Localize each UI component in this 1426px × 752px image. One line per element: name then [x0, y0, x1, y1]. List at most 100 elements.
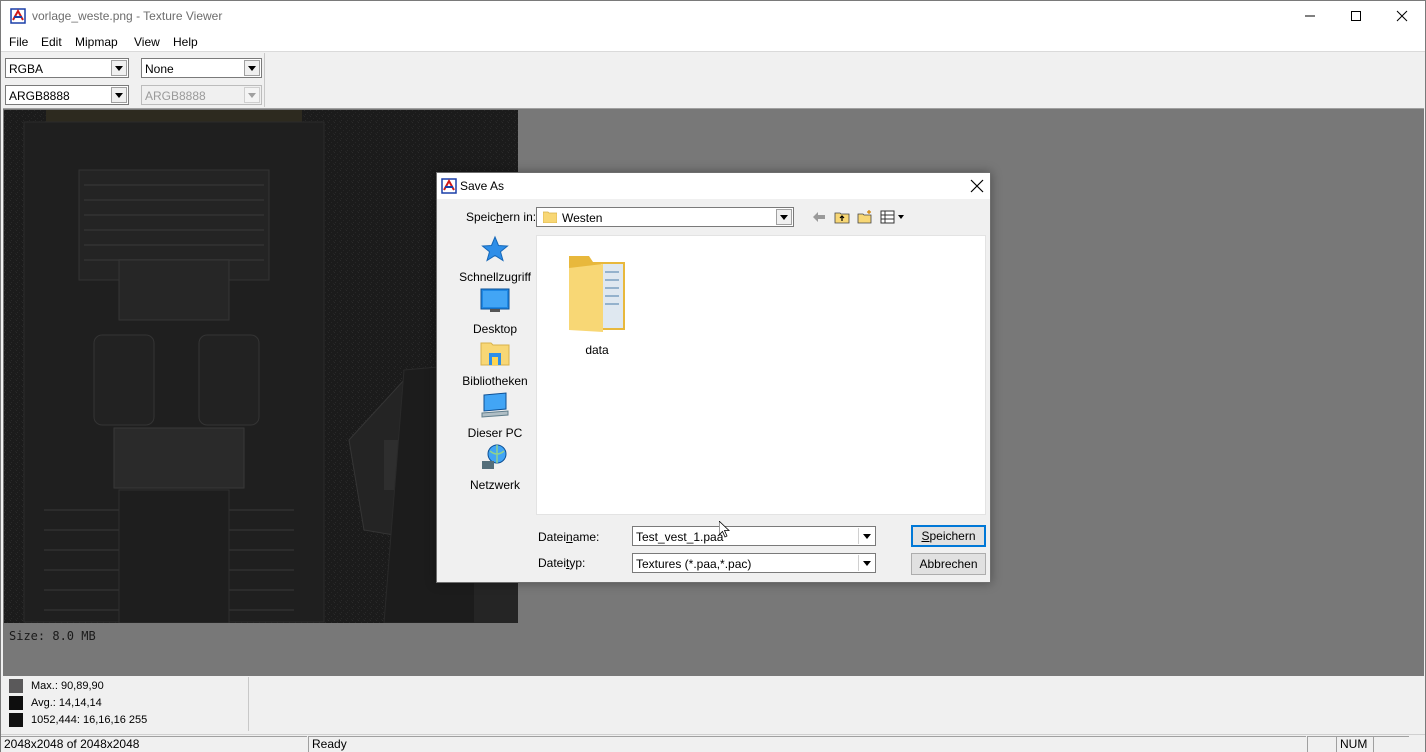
maximize-button[interactable]	[1333, 1, 1379, 31]
menu-help[interactable]: Help	[173, 35, 198, 49]
chevron-down-icon[interactable]	[244, 60, 260, 76]
filetype-label-post: yp:	[569, 556, 586, 570]
filter-select-value: None	[145, 62, 174, 76]
close-button[interactable]	[1379, 1, 1425, 31]
chevron-down-icon	[244, 87, 260, 103]
filename-label-post: ame:	[572, 530, 600, 544]
window-title: vorlage_weste.png - Texture Viewer	[32, 9, 223, 23]
dialog-title-bar: Save As	[437, 173, 990, 199]
place-label: Netzwerk	[469, 478, 520, 492]
place-label: Desktop	[472, 322, 518, 336]
place-quick-access[interactable]: Schnellzugriff	[447, 233, 543, 285]
libraries-icon	[480, 342, 510, 366]
computer-icon	[481, 392, 509, 418]
color-swatch	[9, 695, 23, 710]
channel-select-value: RGBA	[9, 62, 44, 76]
back-arrow-icon[interactable]	[811, 209, 827, 225]
status-text: Ready	[308, 736, 1306, 752]
filename-label: Dateiname:	[538, 530, 599, 544]
status-dimensions: 2048x2048 of 2048x2048	[1, 736, 307, 752]
lookin-select[interactable]: Westen	[536, 207, 794, 227]
menu-edit[interactable]: Edit	[41, 35, 62, 49]
up-folder-icon[interactable]	[834, 209, 850, 225]
filetype-select[interactable]: Textures (*.paa,*.pac)	[632, 553, 876, 573]
save-label-post: peichern	[929, 529, 976, 543]
target-format-value: ARGB8888	[145, 89, 206, 103]
menu-mipmap[interactable]: Mipmap	[75, 35, 118, 49]
lookin-label-post: ern in:	[502, 210, 537, 224]
color-swatch	[9, 712, 23, 727]
save-as-dialog: Save As Speichern in: Westen Schnellzugr…	[436, 172, 991, 583]
star-icon	[481, 235, 509, 262]
lookin-label-pre: Speic	[466, 210, 497, 224]
chevron-down-icon[interactable]	[858, 528, 874, 544]
lookin-label-accel: h	[496, 210, 503, 224]
chevron-down-icon[interactable]	[111, 87, 127, 103]
filetype-value: Textures (*.paa,*.pac)	[636, 557, 752, 571]
filename-label-pre: Datei	[538, 530, 567, 544]
place-libraries[interactable]: Bibliotheken	[447, 337, 543, 389]
target-format-select: ARGB8888	[141, 85, 262, 105]
desktop-icon	[480, 288, 510, 312]
folder-icon	[569, 256, 625, 332]
save-label-accel: S	[921, 529, 930, 543]
source-format-value: ARGB8888	[9, 89, 70, 103]
folder-icon	[543, 211, 557, 223]
filetype-label-pre: Datei	[538, 556, 567, 570]
status-caps	[1307, 736, 1336, 752]
minimize-button[interactable]	[1287, 1, 1333, 31]
view-menu-icon[interactable]	[880, 209, 906, 225]
stat-avg: Avg.: 14,14,14	[9, 695, 102, 710]
source-format-select[interactable]: ARGB8888	[5, 85, 129, 105]
chevron-down-icon[interactable]	[776, 209, 792, 225]
file-item-data[interactable]: data	[562, 250, 632, 360]
maximize-icon	[1351, 11, 1361, 21]
stat-pixel-text: 1052,444: 16,16,16 255	[31, 713, 148, 726]
menu-view[interactable]: View	[134, 35, 160, 49]
stats-panel: Max.: 90,89,90 Avg.: 14,14,14 1052,444: …	[3, 677, 249, 731]
app-icon	[441, 178, 457, 194]
toolbar: RGBA None ARGB8888 ARGB8888	[1, 53, 265, 107]
lookin-value: Westen	[562, 211, 603, 225]
stat-max-text: Max.: 90,89,90	[31, 679, 104, 692]
status-scroll	[1373, 736, 1409, 752]
file-label: data	[585, 343, 609, 357]
place-label: Schnellzugriff	[459, 270, 531, 284]
stat-max: Max.: 90,89,90	[9, 678, 104, 693]
place-label: Bibliotheken	[462, 374, 528, 388]
place-label: Dieser PC	[467, 426, 523, 440]
menu-bar: File Edit Mipmap View Help	[1, 32, 1425, 52]
menu-file[interactable]: File	[9, 35, 28, 49]
status-bar: 2048x2048 of 2048x2048 Ready NUM	[1, 734, 1425, 752]
close-icon	[1396, 10, 1408, 22]
filter-select[interactable]: None	[141, 58, 262, 78]
filename-value[interactable]: Test_vest_1.paa	[636, 530, 723, 544]
size-label: Size: 8.0 MB	[9, 629, 96, 643]
new-folder-icon[interactable]	[857, 209, 873, 225]
cancel-button[interactable]: Abbrechen	[911, 553, 986, 575]
mouse-cursor-icon	[719, 521, 731, 538]
title-bar: vorlage_weste.png - Texture Viewer	[1, 1, 1425, 32]
file-list[interactable]: data	[536, 235, 986, 515]
place-network[interactable]: Netzwerk	[447, 441, 543, 493]
filename-input[interactable]: Test_vest_1.paa	[632, 526, 876, 546]
lookin-label: Speichern in:	[466, 210, 536, 224]
place-desktop[interactable]: Desktop	[447, 285, 543, 337]
chevron-down-icon[interactable]	[111, 60, 127, 76]
minimize-icon	[1305, 15, 1315, 17]
chevron-down-icon[interactable]	[858, 555, 874, 571]
app-icon	[10, 8, 26, 24]
channel-select[interactable]: RGBA	[5, 58, 129, 78]
stat-avg-text: Avg.: 14,14,14	[31, 696, 102, 709]
stat-pixel: 1052,444: 16,16,16 255	[9, 712, 147, 727]
places-bar: Schnellzugriff Desktop Bibliotheken Dies…	[447, 233, 537, 493]
network-icon	[482, 444, 507, 469]
dialog-title: Save As	[460, 179, 505, 193]
save-button[interactable]: Speichern	[911, 525, 986, 547]
place-this-pc[interactable]: Dieser PC	[447, 389, 543, 441]
status-num: NUM	[1336, 736, 1373, 752]
filename-label-accel: n	[566, 530, 573, 544]
filetype-label: Dateityp:	[538, 556, 585, 570]
color-swatch	[9, 678, 23, 693]
close-icon[interactable]	[970, 179, 984, 193]
